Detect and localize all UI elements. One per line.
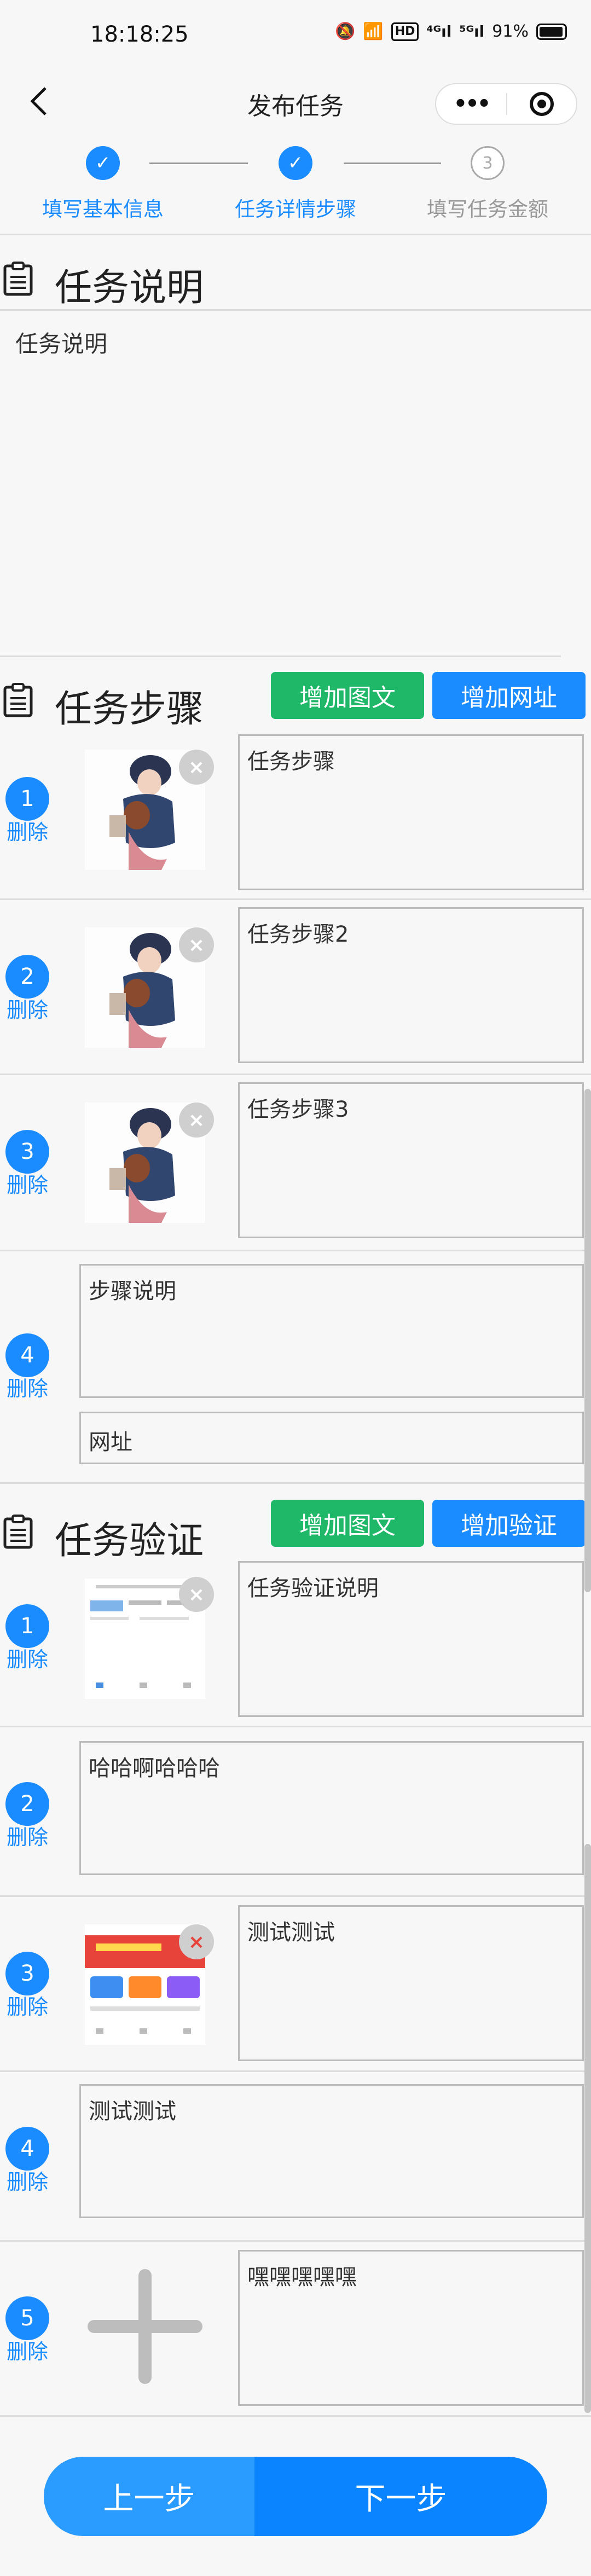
description-header: 任务说明	[0, 241, 591, 312]
step-row: 2 删除 × 任务步骤2	[0, 900, 591, 1075]
verify-number-badge: 5	[5, 2296, 49, 2340]
step-row: 4 删除 步骤说明 网址	[0, 1251, 591, 1484]
remove-image-icon[interactable]: ×	[179, 1103, 214, 1138]
add-url-button[interactable]: 增加网址	[432, 672, 586, 719]
clipboard-icon	[3, 1515, 33, 1549]
remove-image-icon[interactable]: ×	[179, 1577, 214, 1612]
step-number-badge: 1	[5, 777, 49, 821]
clipboard-icon	[3, 262, 33, 296]
step-1-check-icon: ✓	[86, 146, 120, 180]
step-number-badge: 4	[5, 1333, 49, 1377]
mute-icon: 🔕	[335, 22, 356, 41]
wifi-icon: 📶	[363, 22, 384, 41]
scrollbar[interactable]	[584, 1089, 591, 1592]
step-text-input[interactable]: 步骤说明	[79, 1264, 584, 1398]
step-number-badge: 3	[5, 1130, 49, 1174]
verify-row: 1 删除 × 任务验证说明	[0, 1554, 591, 1727]
verify-number-badge: 1	[5, 1604, 49, 1648]
step-connector	[344, 163, 441, 164]
divider	[0, 655, 561, 657]
battery-percent: 91%	[492, 22, 529, 41]
add-media-button[interactable]: 增加图文	[271, 1500, 424, 1547]
divider	[0, 309, 591, 311]
delete-verify-button[interactable]: 删除	[7, 2335, 48, 2365]
verify-text-input[interactable]: 测试测试	[79, 2084, 584, 2218]
verify-number-badge: 4	[5, 2127, 49, 2171]
step-row: 3 删除 × 任务步骤3	[0, 1075, 591, 1251]
status-bar: 18:18:25 🔕 📶 HD ⁴ᴳıl ⁵ᴳıl 91%	[0, 0, 591, 71]
signal-4g-icon: ⁴ᴳıl	[426, 22, 452, 40]
step-3-number: 3	[471, 146, 505, 180]
nav-bar: 发布任务 •••	[0, 71, 591, 134]
step-text-input[interactable]: 任务步骤2	[238, 907, 584, 1063]
status-icons: 🔕 📶 HD ⁴ᴳıl ⁵ᴳıl 91%	[335, 22, 567, 41]
step-number-badge: 2	[5, 955, 49, 999]
delete-step-button[interactable]: 删除	[7, 993, 48, 1023]
delete-step-button[interactable]: 删除	[7, 1372, 48, 1402]
step-3-label: 填写任务金额	[427, 198, 548, 221]
status-time: 18:18:25	[90, 22, 189, 47]
verify-text-input[interactable]: 测试测试	[238, 1905, 584, 2061]
next-step-button[interactable]: 下一步	[254, 2457, 547, 2536]
signal-5g-icon: ⁵ᴳıl	[459, 22, 485, 40]
delete-verify-button[interactable]: 删除	[7, 2165, 48, 2195]
step-text-input[interactable]: 任务步骤	[238, 734, 584, 890]
section-title: 任务说明	[55, 266, 204, 310]
step-row: 1 删除 × 任务步骤	[0, 722, 591, 900]
prev-step-button[interactable]: 上一步	[44, 2457, 254, 2536]
url-input[interactable]: 网址	[79, 1412, 584, 1464]
step-2-label: 任务详情步骤	[235, 198, 356, 221]
remove-image-icon[interactable]: ×	[179, 750, 214, 785]
bottom-actions: 上一步 下一步	[44, 2457, 547, 2536]
delete-step-button[interactable]: 删除	[7, 815, 48, 845]
delete-verify-button[interactable]: 删除	[7, 1643, 48, 1673]
verify-row: 5 删除 嘿嘿嘿嘿嘿	[0, 2242, 591, 2417]
step-connector	[149, 163, 248, 164]
hd-icon: HD	[391, 22, 419, 41]
delete-verify-button[interactable]: 删除	[7, 1820, 48, 1850]
verify-text-input[interactable]: 哈哈啊哈哈哈	[79, 1741, 584, 1875]
verify-text-input[interactable]: 嘿嘿嘿嘿嘿	[238, 2250, 584, 2406]
delete-verify-button[interactable]: 删除	[7, 1990, 48, 2020]
mini-program-capsule: •••	[435, 83, 577, 125]
progress-stepper: ✓ ✓ 3 填写基本信息 任务详情步骤 填写任务金额	[0, 134, 591, 235]
battery-icon	[536, 23, 567, 40]
add-image-button[interactable]	[85, 2266, 205, 2387]
remove-image-icon[interactable]: ×	[179, 1924, 214, 1959]
add-verify-button[interactable]: 增加验证	[432, 1500, 586, 1547]
scrollbar[interactable]	[584, 1844, 591, 2413]
more-button[interactable]: •••	[436, 91, 506, 117]
close-button[interactable]	[507, 92, 576, 116]
verify-row: 3 删除 × 测试测试	[0, 1897, 591, 2072]
verify-row: 4 删除 测试测试	[0, 2072, 591, 2242]
verify-row: 2 删除 哈哈啊哈哈哈	[0, 1727, 591, 1897]
verify-number-badge: 3	[5, 1952, 49, 1995]
step-1-label: 填写基本信息	[42, 198, 164, 221]
step-2-check-icon: ✓	[279, 146, 312, 180]
description-textarea[interactable]: 任务说明	[15, 326, 107, 359]
verify-text-input[interactable]: 任务验证说明	[238, 1561, 584, 1717]
plus-icon	[88, 2320, 202, 2333]
target-icon	[529, 92, 554, 116]
add-media-button[interactable]: 增加图文	[271, 672, 424, 719]
clipboard-icon	[3, 683, 33, 717]
remove-image-icon[interactable]: ×	[179, 927, 214, 962]
delete-step-button[interactable]: 删除	[7, 1168, 48, 1198]
step-text-input[interactable]: 任务步骤3	[238, 1082, 584, 1238]
verify-number-badge: 2	[5, 1782, 49, 1826]
